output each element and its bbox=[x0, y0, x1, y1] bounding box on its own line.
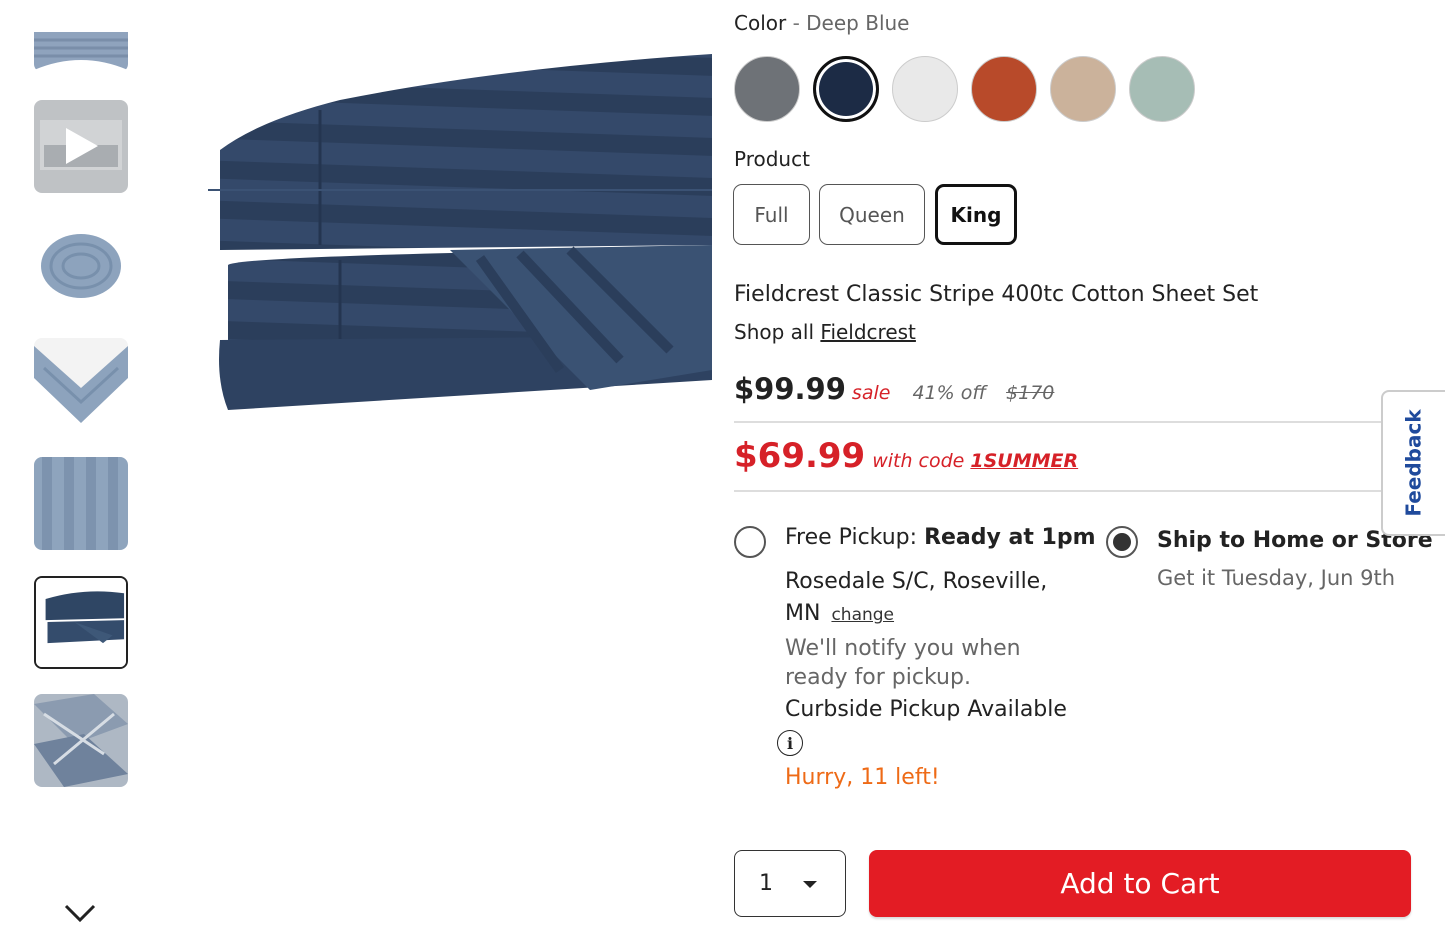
sale-label: sale bbox=[851, 382, 891, 404]
shop-all-row: Shop all Fieldcrest bbox=[734, 320, 916, 344]
color-label: Color bbox=[734, 11, 787, 35]
thumb-packaging[interactable] bbox=[34, 694, 128, 787]
swatch-white[interactable] bbox=[892, 56, 958, 122]
caret-down-icon bbox=[803, 881, 817, 888]
store-address: Rosedale S/C, Roseville, MN change bbox=[785, 566, 1085, 631]
store-name: Rosedale S/C, Roseville, MN bbox=[785, 569, 1048, 626]
swatch-deep-blue[interactable] bbox=[813, 56, 879, 122]
brand-link[interactable]: Fieldcrest bbox=[820, 320, 916, 344]
feedback-label: Feedback bbox=[1402, 409, 1427, 517]
add-to-cart-button[interactable]: Add to Cart bbox=[869, 850, 1411, 917]
thumb-bed-corner[interactable] bbox=[34, 338, 128, 431]
thumb-fitted-corner[interactable] bbox=[34, 20, 128, 72]
size-king-button[interactable]: King bbox=[935, 184, 1017, 245]
promo-price: $69.99 bbox=[734, 436, 866, 476]
pickup-label: Free Pickup: bbox=[785, 525, 918, 550]
color-value: Deep Blue bbox=[806, 11, 910, 35]
ship-date: Get it Tuesday, Jun 9th bbox=[1157, 566, 1396, 590]
promo-price-row: $69.99 with code 1SUMMER bbox=[734, 436, 1078, 476]
promo-text: with code bbox=[872, 450, 965, 472]
product-main-image bbox=[200, 40, 712, 420]
size-queen-button[interactable]: Queen bbox=[819, 184, 925, 245]
quantity-value: 1 bbox=[759, 871, 773, 896]
chevron-down-icon[interactable] bbox=[62, 900, 98, 924]
pickup-time: Ready at 1pm bbox=[924, 525, 1096, 550]
product-title: Fieldcrest Classic Stripe 400tc Cotton S… bbox=[734, 282, 1259, 307]
stock-warning: Hurry, 11 left! bbox=[785, 765, 940, 790]
curbside-text: Curbside Pickup Available bbox=[785, 697, 1067, 722]
pickup-notify-text: We'll notify you when ready for pickup. bbox=[785, 636, 1021, 690]
color-label-row: Color - Deep Blue bbox=[734, 11, 909, 35]
quantity-select[interactable]: 1 bbox=[734, 850, 846, 917]
divider bbox=[734, 421, 1394, 423]
thumb-stripe-closeup[interactable] bbox=[34, 457, 128, 550]
current-price: $99.99 bbox=[734, 372, 846, 406]
swatch-grey[interactable] bbox=[734, 56, 800, 122]
swatch-tan[interactable] bbox=[1050, 56, 1116, 122]
ship-radio[interactable] bbox=[1106, 526, 1138, 558]
pickup-title: Free Pickup: Ready at 1pm bbox=[785, 525, 1096, 550]
original-price: $170 bbox=[1006, 382, 1055, 404]
color-separator: - bbox=[792, 11, 800, 35]
thumb-folded-stack[interactable] bbox=[34, 576, 128, 669]
thumb-video[interactable] bbox=[34, 100, 128, 193]
discount-label: 41% off bbox=[912, 382, 987, 404]
thumb-rolled-sheet[interactable] bbox=[34, 220, 128, 313]
product-label: Product bbox=[734, 147, 810, 171]
feedback-tab[interactable]: Feedback bbox=[1381, 390, 1445, 536]
divider bbox=[734, 490, 1394, 492]
shop-all-prefix: Shop all bbox=[734, 320, 815, 344]
size-full-button[interactable]: Full bbox=[733, 184, 810, 245]
swatch-sage[interactable] bbox=[1129, 56, 1195, 122]
promo-code-link[interactable]: 1SUMMER bbox=[970, 450, 1078, 472]
info-icon[interactable]: i bbox=[777, 730, 803, 756]
price-row: $99.99 sale 41% off $170 bbox=[734, 372, 1054, 406]
pickup-radio[interactable] bbox=[734, 526, 766, 558]
swatch-rust[interactable] bbox=[971, 56, 1037, 122]
change-store-link[interactable]: change bbox=[831, 605, 894, 625]
